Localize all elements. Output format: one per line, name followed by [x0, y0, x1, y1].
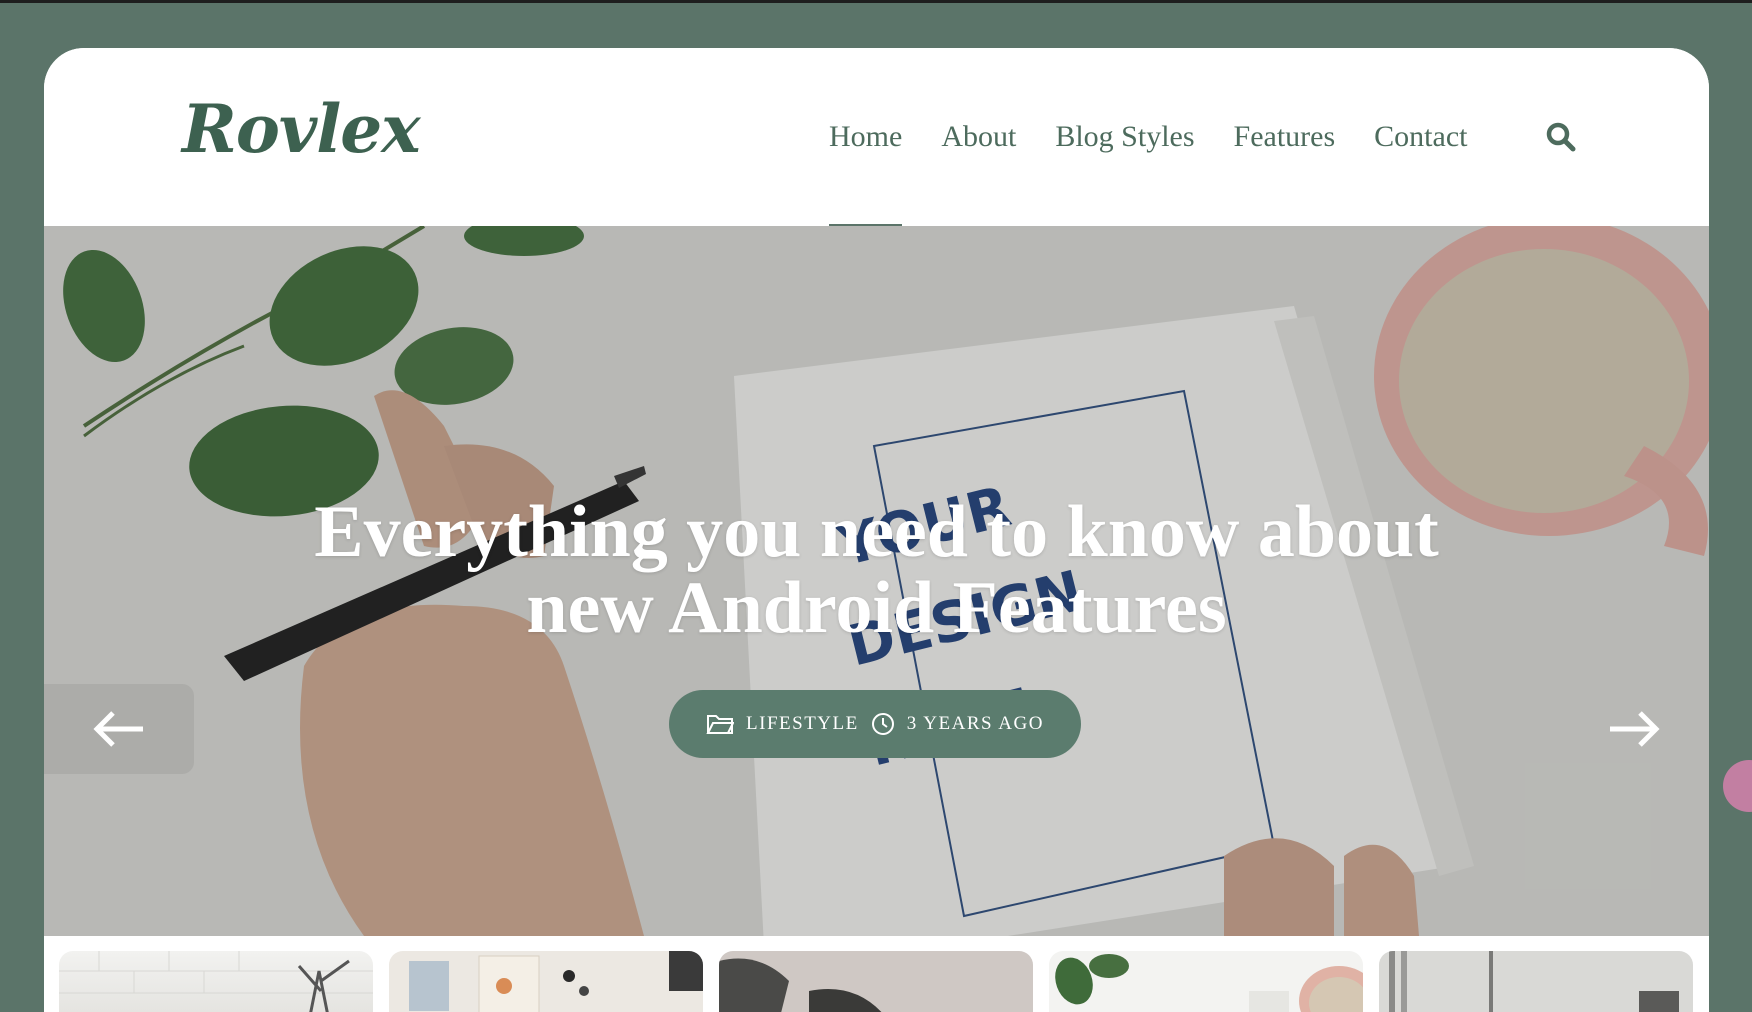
post-meta: LIFESTYLE 3 YEARS AGO [669, 690, 1081, 758]
site-frame: Rovlex Home About Blog Styles Features C… [44, 48, 1709, 1012]
thumbnail-1[interactable] [59, 951, 373, 1012]
window-top-border [0, 0, 1752, 3]
slider-prev-button[interactable] [44, 684, 194, 774]
nav-item-home[interactable]: Home [829, 120, 903, 226]
thumbnail-2[interactable] [389, 951, 703, 1012]
nav-item-contact[interactable]: Contact [1374, 120, 1467, 154]
thumbnail-4-image [1055, 954, 1363, 1012]
hero-title-line-1: Everything you need to know about [314, 491, 1439, 573]
main-nav: Home About Blog Styles Features Contact [829, 120, 1467, 226]
search-button[interactable] [1544, 120, 1578, 154]
hero-title[interactable]: Everything you need to know about new An… [44, 494, 1709, 646]
post-category-link[interactable]: LIFESTYLE [706, 713, 859, 735]
slider-thumbnails [44, 936, 1709, 1012]
thumbnail-5[interactable] [1379, 951, 1693, 1012]
nav-item-about[interactable]: About [941, 120, 1016, 154]
thumbnail-1-image [59, 951, 373, 1012]
nav-item-features[interactable]: Features [1234, 120, 1336, 154]
thumbnail-3[interactable] [719, 951, 1033, 1012]
floating-widget-button[interactable] [1723, 760, 1752, 812]
arrow-right-icon [1610, 711, 1660, 747]
site-header: Rovlex Home About Blog Styles Features C… [44, 48, 1709, 226]
clock-icon [871, 713, 894, 735]
hero-title-line-2: new Android Features [526, 567, 1227, 649]
post-date-text: 3 YEARS AGO [906, 713, 1044, 734]
post-category: LIFESTYLE [746, 713, 859, 734]
thumbnail-3-image [719, 958, 882, 1012]
slider-next-button[interactable] [1559, 684, 1709, 774]
search-icon [1546, 122, 1576, 152]
site-logo[interactable]: Rovlex [182, 90, 421, 168]
nav-item-blog-styles[interactable]: Blog Styles [1055, 120, 1194, 154]
hero-slider: YOUR DESIGN HERE Everything you need to … [44, 226, 1709, 936]
thumbnail-5-image [1389, 951, 1679, 1012]
thumbnail-2-image [409, 951, 703, 1012]
thumbnail-4[interactable] [1049, 951, 1363, 1012]
post-date: 3 YEARS AGO [871, 712, 1044, 736]
arrow-left-icon [93, 711, 143, 747]
folder-icon [706, 715, 735, 734]
